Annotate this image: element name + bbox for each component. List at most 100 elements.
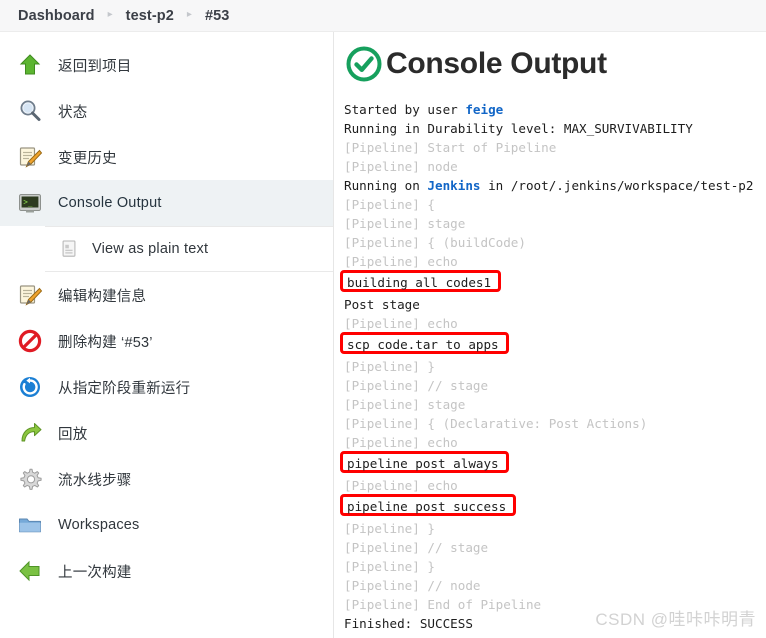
log-line-text: [Pipeline] Start of Pipeline <box>344 140 557 155</box>
sidebar: 返回到项目状态变更历史 >_ Console Output View as plain… <box>0 32 334 638</box>
log-line: Post stage <box>344 295 766 314</box>
sidebar-item-pipeline-steps[interactable]: 流水线步骤 <box>0 456 333 502</box>
annotation-box: pipeline post always <box>340 451 509 473</box>
log-line-text: [Pipeline] node <box>344 159 458 174</box>
sidebar-item-label: 编辑构建信息 <box>58 288 147 305</box>
breadcrumb-dashboard[interactable]: Dashboard <box>18 8 95 24</box>
up-arrow-green-icon <box>16 51 44 79</box>
annotation-box: building all codes1 <box>340 270 502 292</box>
breadcrumb: Dashboard ▸ test-p2 ▸ #53 <box>0 0 766 32</box>
sidebar-item-workspaces[interactable]: Workspaces <box>0 502 333 548</box>
svg-text:>_: >_ <box>23 198 33 207</box>
sidebar-item-label: 从指定阶段重新运行 <box>58 380 191 397</box>
sidebar-item-back-to-project[interactable]: 返回到项目 <box>0 42 333 88</box>
sidebar-item-label: 删除构建 ‘#53’ <box>58 334 153 351</box>
sidebar-item-previous-build[interactable]: 上一次构建 <box>0 548 333 594</box>
page-root: Dashboard ▸ test-p2 ▸ #53 返回到项目状态变更历史 >_ Conso… <box>0 0 766 638</box>
sidebar-item-label: Console Output <box>58 195 162 211</box>
main-content: Console Output Started by user feige Runn… <box>335 32 766 638</box>
log-line-text: [Pipeline] } <box>344 359 435 374</box>
terminal-icon: >_ <box>16 189 44 217</box>
log-line-pipeline: [Pipeline] { (Declarative: Post Actions) <box>344 414 766 433</box>
success-check-circle-icon <box>344 44 384 84</box>
log-line-text: [Pipeline] echo <box>344 254 458 269</box>
log-line-text: [Pipeline] } <box>344 559 435 574</box>
sidebar-item-label: 回放 <box>58 426 88 443</box>
magnifier-icon <box>16 97 44 125</box>
log-line-pipeline: [Pipeline] Start of Pipeline <box>344 138 766 157</box>
log-link[interactable]: feige <box>465 102 503 117</box>
breadcrumb-separator-icon: ▸ <box>186 8 192 20</box>
log-line-text: [Pipeline] { (Declarative: Post Actions) <box>344 416 648 431</box>
log-line-pipeline: [Pipeline] echo <box>344 314 766 333</box>
console-log: Started by user feige Running in Durabili… <box>335 100 766 633</box>
log-line-pipeline: [Pipeline] // stage <box>344 376 766 395</box>
log-line-pipeline: [Pipeline] echo <box>344 433 766 452</box>
log-line-text: [Pipeline] { (buildCode) <box>344 235 526 250</box>
sidebar-top-spacer <box>0 32 333 42</box>
log-line-pipeline: [Pipeline] } <box>344 519 766 538</box>
replay-arrow-icon <box>16 419 44 447</box>
sidebar-item-delete-build[interactable]: 删除构建 ‘#53’ <box>0 318 333 364</box>
log-line-text: [Pipeline] echo <box>344 478 458 493</box>
log-line-text: Post stage <box>344 297 420 312</box>
breadcrumb-build-53[interactable]: #53 <box>205 8 230 24</box>
sidebar-item-label: 状态 <box>58 104 88 121</box>
sidebar-item-label: 变更历史 <box>58 150 117 167</box>
log-line-pipeline: [Pipeline] { (buildCode) <box>344 233 766 252</box>
annotation-box: scp code.tar to apps <box>340 332 509 354</box>
log-line-pipeline: [Pipeline] { <box>344 195 766 214</box>
left-arrow-green-icon <box>16 557 44 585</box>
log-line-text: [Pipeline] echo <box>344 435 458 450</box>
breadcrumb-test-p2[interactable]: test-p2 <box>126 8 174 24</box>
notepad-pencil-icon <box>16 143 44 171</box>
log-line: Started by user feige <box>344 100 766 119</box>
sidebar-item-label: Workspaces <box>58 517 140 533</box>
log-line-text: [Pipeline] echo <box>344 316 458 331</box>
log-line-text: Started by user <box>344 102 466 117</box>
log-line-pipeline: [Pipeline] echo <box>344 252 766 271</box>
sidebar-item-replay[interactable]: 回放 <box>0 410 333 456</box>
sidebar-item-status[interactable]: 状态 <box>0 88 333 134</box>
notepad-pencil-icon <box>16 281 44 309</box>
log-line-text: [Pipeline] stage <box>344 397 466 412</box>
log-line-text: [Pipeline] } <box>344 521 435 536</box>
watermark: CSDN @哇咔咔明青 <box>595 610 756 629</box>
log-line-text: in /root/.jenkins/workspace/test-p2 <box>480 178 754 193</box>
log-line-annotated: building all codes1 <box>340 270 766 295</box>
log-link[interactable]: Jenkins <box>427 178 480 193</box>
log-line-pipeline: [Pipeline] node <box>344 157 766 176</box>
log-line: Running in Durability level: MAX_SURVIVA… <box>344 119 766 138</box>
sidebar-subitem-label: View as plain text <box>92 241 209 257</box>
log-line-pipeline: [Pipeline] // node <box>344 576 766 595</box>
sidebar-item-console-output[interactable]: >_ Console Output <box>0 180 333 226</box>
log-line-annotated: scp code.tar to apps <box>340 332 766 357</box>
log-line-pipeline: [Pipeline] // stage <box>344 538 766 557</box>
sidebar-item-restart-from-stage[interactable]: 从指定阶段重新运行 <box>0 364 333 410</box>
log-line-text: [Pipeline] End of Pipeline <box>344 597 542 612</box>
breadcrumb-separator-icon: ▸ <box>107 8 113 20</box>
annotation-box: pipeline post success <box>340 494 517 516</box>
log-line-text: Running on <box>344 178 428 193</box>
log-line: Running on Jenkins in /root/.jenkins/wor… <box>344 176 766 195</box>
log-line-pipeline: [Pipeline] stage <box>344 214 766 233</box>
log-line-annotated: pipeline post success <box>340 494 766 519</box>
restart-circle-icon <box>16 373 44 401</box>
sidebar-item-label: 返回到项目 <box>58 58 132 75</box>
log-line-pipeline: [Pipeline] echo <box>344 476 766 495</box>
log-line-annotated: pipeline post always <box>340 451 766 476</box>
sidebar-item-changes[interactable]: 变更历史 <box>0 134 333 180</box>
sidebar-item-edit-build-information[interactable]: 编辑构建信息 <box>0 272 333 318</box>
log-line-text: [Pipeline] // stage <box>344 378 489 393</box>
log-line-text: Running in Durability level: MAX_SURVIVA… <box>344 121 693 136</box>
sidebar-item-label: 流水线步骤 <box>58 472 132 489</box>
log-line-text: [Pipeline] { <box>344 197 435 212</box>
page-title: Console Output <box>386 47 607 80</box>
console-output-header: Console Output <box>335 32 766 88</box>
folder-icon <box>16 511 44 539</box>
sidebar-subitem-view-as-plain-text[interactable]: View as plain text <box>0 227 333 271</box>
gear-icon <box>16 465 44 493</box>
log-line-pipeline: [Pipeline] } <box>344 557 766 576</box>
log-line-pipeline: [Pipeline] stage <box>344 395 766 414</box>
log-line-text: [Pipeline] // stage <box>344 540 489 555</box>
